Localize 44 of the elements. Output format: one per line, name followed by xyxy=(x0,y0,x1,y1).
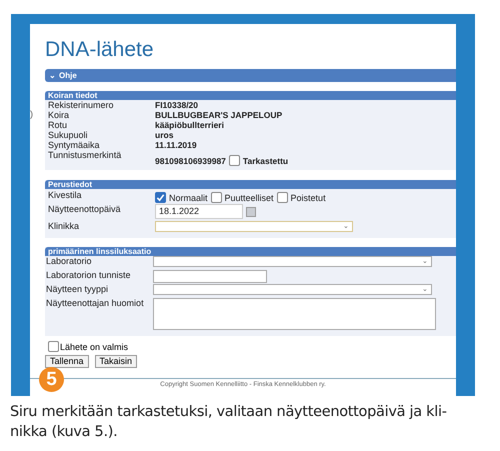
chevron-icon: ⌄ xyxy=(49,72,56,80)
field-label: Koira xyxy=(47,110,70,120)
field-label: Näytteenottopäivä xyxy=(47,204,122,214)
field-value: FI10338/20 xyxy=(155,100,198,110)
date-field[interactable]: 18.1.2022 xyxy=(155,204,243,219)
field-label: Näytteen tyyppi xyxy=(45,284,110,294)
margin-text: ) xyxy=(30,108,33,121)
field-value: uros xyxy=(155,130,174,140)
help-bar[interactable]: ⌄ Ohje xyxy=(45,69,456,82)
step-badge: 5 xyxy=(39,367,64,392)
field-label: Näytteenottajan huomiot xyxy=(45,298,145,308)
caption-text: Siru merkitään tarkastetuksi, valitaan näytteenottopäivä ja kli- nikka (kuva 5.). xyxy=(10,403,448,442)
field-label: Rotu xyxy=(47,120,68,130)
checkbox[interactable] xyxy=(210,192,222,203)
field-label: Syntymäaika xyxy=(47,140,101,150)
field-label: Sukupuoli xyxy=(47,130,89,140)
form-button[interactable]: Takaisin xyxy=(94,355,138,368)
field-value: 981098106939987 xyxy=(155,156,226,166)
field-value: BULLBUGBEAR'S JAPPELOUP xyxy=(155,110,282,120)
section-header: primäärinen linssiluksaatio xyxy=(45,247,456,256)
form-button[interactable]: Tallenna xyxy=(45,355,89,368)
checkbox-label: Tarkastettu xyxy=(242,156,288,166)
checkbox[interactable] xyxy=(228,155,240,166)
field-label: Klinikka xyxy=(47,221,80,231)
checkbox-label: Lähete on valmis xyxy=(60,343,128,352)
field-value: kääpiöbullterrieri xyxy=(155,120,224,130)
field-value: 11.11.2019 xyxy=(155,140,197,150)
field-label: Rekisterinumero xyxy=(47,100,115,110)
field-label: Kivestila xyxy=(47,190,83,200)
section-header: Perustiedot xyxy=(45,180,456,189)
page-title: DNA-lähete xyxy=(45,38,155,62)
checkbox-label: Normaalit xyxy=(169,192,208,202)
section-header: Koiran tiedot xyxy=(45,91,456,100)
field-label: Laboratorio xyxy=(45,256,93,266)
field-label: Tunnistusmerkintä xyxy=(47,150,122,160)
checkbox[interactable] xyxy=(155,192,166,203)
notes-field[interactable] xyxy=(153,298,436,330)
checkbox[interactable] xyxy=(48,341,59,352)
checkbox-label: Poistetut xyxy=(290,192,326,202)
checkbox-label: Puutteelliset xyxy=(224,192,274,202)
field-label: Laboratorion tunniste xyxy=(45,270,132,280)
calendar-icon[interactable] xyxy=(246,206,256,216)
input-field[interactable] xyxy=(153,270,267,283)
checkbox[interactable] xyxy=(276,192,288,203)
